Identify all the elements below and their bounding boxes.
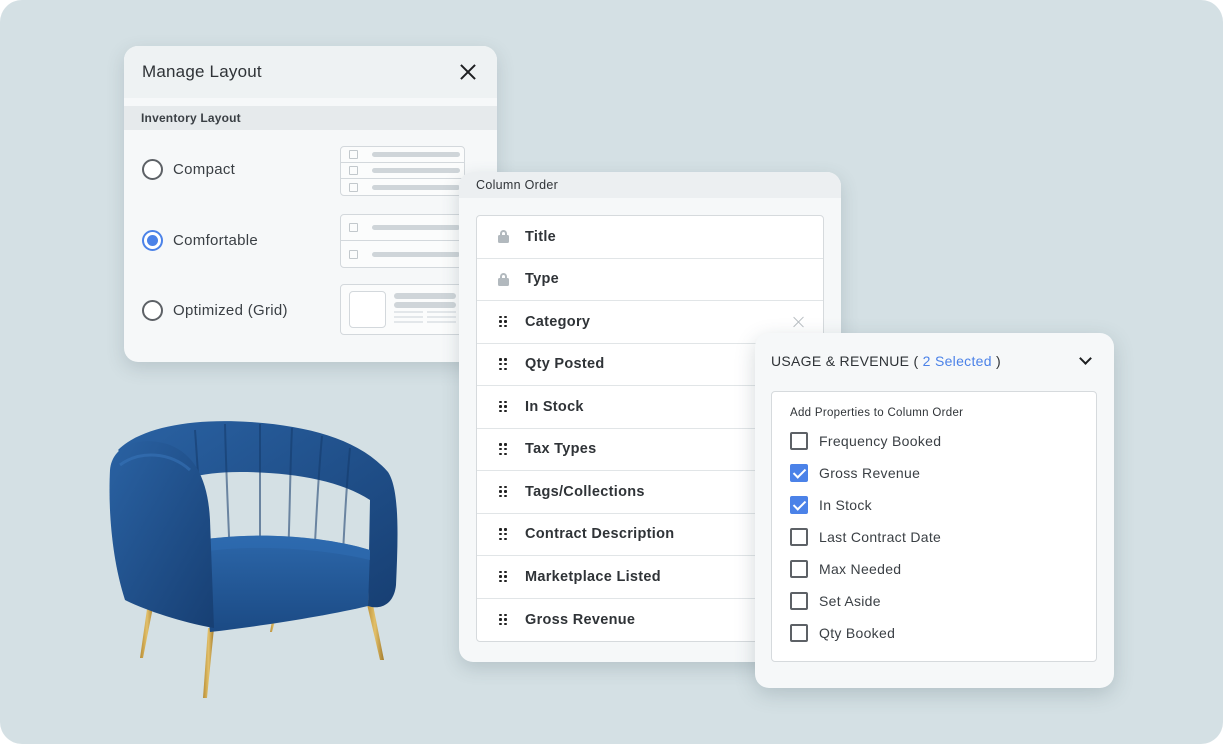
drag-handle-icon[interactable] xyxy=(496,443,510,455)
properties-subtitle: Add Properties to Column Order xyxy=(790,407,964,419)
column-order-heading: Column Order xyxy=(459,172,841,198)
chair-leg xyxy=(366,600,384,660)
column-item-label: Marketplace Listed xyxy=(525,568,661,585)
drag-handle-icon[interactable] xyxy=(496,613,510,626)
checkbox-checked[interactable] xyxy=(790,464,808,482)
property-label: Gross Revenue xyxy=(819,465,921,481)
radio-compact[interactable] xyxy=(142,159,163,180)
remove-column-icon[interactable] xyxy=(793,316,805,328)
compact-preview-icon xyxy=(340,146,465,196)
comfortable-preview-icon xyxy=(340,214,465,268)
layout-option-label: Compact xyxy=(173,161,236,178)
column-item[interactable]: Type xyxy=(477,259,823,301)
drag-handle-icon[interactable] xyxy=(496,570,510,583)
radio-optimized-grid[interactable] xyxy=(142,300,163,321)
property-label: Qty Booked xyxy=(819,625,896,641)
layout-option-compact[interactable]: Compact xyxy=(142,159,235,180)
property-checkbox-row[interactable]: Max Needed xyxy=(790,553,1096,585)
layout-option-comfortable[interactable]: Comfortable xyxy=(142,230,258,251)
drag-handle-icon[interactable] xyxy=(496,400,510,413)
property-checkbox-row[interactable]: Last Contract Date xyxy=(790,521,1096,553)
property-checkbox-row[interactable]: Gross Revenue xyxy=(790,457,1096,489)
canvas-background: Manage Layout Inventory Layout Compact C… xyxy=(0,0,1223,744)
layout-option-label: Optimized (Grid) xyxy=(173,302,288,319)
checkbox-unchecked[interactable] xyxy=(790,528,808,546)
selected-count: 2 Selected xyxy=(922,353,992,369)
column-item-label: Type xyxy=(525,271,559,288)
property-label: In Stock xyxy=(819,497,872,513)
column-item-label: Title xyxy=(525,228,557,245)
drag-handle-icon[interactable] xyxy=(496,315,510,328)
usage-revenue-header[interactable]: USAGE & REVENUE ( 2 Selected ) xyxy=(771,352,1094,369)
column-item-label: Tags/Collections xyxy=(525,483,645,500)
lock-icon xyxy=(496,272,510,286)
checkbox-checked[interactable] xyxy=(790,496,808,514)
grid-preview-icon xyxy=(340,284,465,335)
group-name: USAGE & REVENUE xyxy=(771,353,910,369)
drag-handle-icon[interactable] xyxy=(496,528,510,540)
property-checkbox-row[interactable]: In Stock xyxy=(790,489,1096,521)
chevron-down-icon[interactable] xyxy=(1079,352,1092,365)
column-item-label: Qty Posted xyxy=(525,356,605,373)
chair-leg xyxy=(203,628,214,698)
property-label: Last Contract Date xyxy=(819,529,942,545)
property-checkbox-row[interactable]: Set Aside xyxy=(790,585,1096,617)
properties-box: Add Properties to Column Order Frequency… xyxy=(771,391,1097,662)
column-item[interactable]: Title xyxy=(477,216,823,259)
property-label: Max Needed xyxy=(819,561,902,577)
column-item-label: Tax Types xyxy=(525,441,597,458)
column-item-label: In Stock xyxy=(525,398,584,415)
dialog-title: Manage Layout xyxy=(142,62,262,81)
close-icon[interactable] xyxy=(457,61,479,83)
column-item-label: Contract Description xyxy=(525,526,675,543)
column-item-label: Category xyxy=(525,313,591,330)
property-label: Set Aside xyxy=(819,593,881,609)
paren-close: ) xyxy=(991,353,1001,369)
checkbox-unchecked[interactable] xyxy=(790,624,808,642)
property-checkbox-row[interactable]: Qty Booked xyxy=(790,617,1096,649)
drag-handle-icon[interactable] xyxy=(496,485,510,498)
inventory-layout-heading: Inventory Layout xyxy=(124,106,497,130)
drag-handle-icon[interactable] xyxy=(496,358,510,370)
usage-revenue-panel: USAGE & REVENUE ( 2 Selected ) Add Prope… xyxy=(755,333,1114,688)
radio-comfortable[interactable] xyxy=(142,230,163,251)
properties-list: Frequency Booked Gross Revenue In Stock Las… xyxy=(790,425,1096,649)
paren-open: ( xyxy=(909,353,923,369)
property-label: Frequency Booked xyxy=(819,433,942,449)
armchair-image xyxy=(109,421,398,698)
checkbox-unchecked[interactable] xyxy=(790,592,808,610)
layout-option-optimized-grid[interactable]: Optimized (Grid) xyxy=(142,300,288,321)
manage-layout-dialog: Manage Layout Inventory Layout Compact C… xyxy=(124,46,497,362)
column-item-label: Gross Revenue xyxy=(525,611,636,628)
layout-option-label: Comfortable xyxy=(173,232,259,249)
checkbox-unchecked[interactable] xyxy=(790,560,808,578)
usage-revenue-title: USAGE & REVENUE ( 2 Selected ) xyxy=(771,353,1001,369)
dialog-header: Manage Layout xyxy=(124,46,497,98)
lock-icon xyxy=(496,230,510,244)
property-checkbox-row[interactable]: Frequency Booked xyxy=(790,425,1096,457)
checkbox-unchecked[interactable] xyxy=(790,432,808,450)
